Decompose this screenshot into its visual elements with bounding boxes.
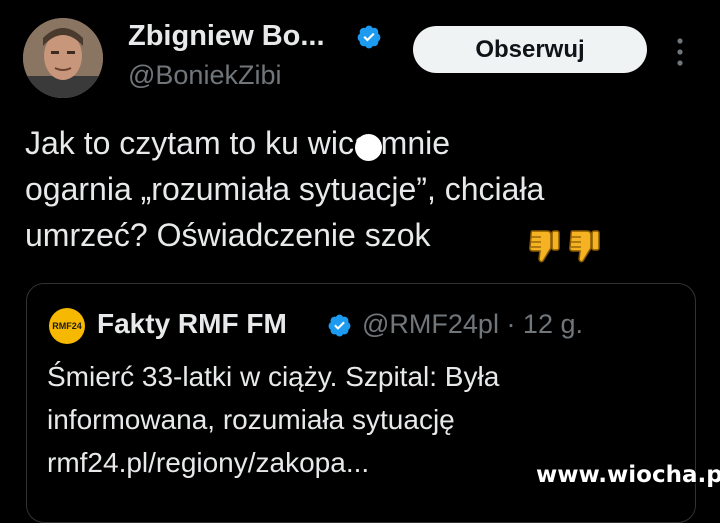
verified-badge-icon: [328, 314, 351, 337]
follow-button[interactable]: Obserwuj: [413, 26, 647, 73]
quoted-author-meta[interactable]: @RMF24pl · 12 g.: [362, 306, 583, 342]
thumbs-down-icon: [529, 230, 560, 263]
emoji-row: [527, 228, 601, 264]
author-display-name[interactable]: Zbigniew Bo...: [128, 18, 325, 54]
more-options-icon[interactable]: [670, 34, 690, 70]
censor-dot: [355, 134, 382, 161]
rmf24-logo: RMF24: [49, 308, 85, 344]
watermark: www.wiocha.pl: [536, 462, 720, 488]
quoted-author-name[interactable]: Fakty RMF FM: [97, 306, 287, 342]
author-handle[interactable]: @BoniekZibi: [128, 58, 281, 92]
verified-badge-icon: [357, 25, 381, 49]
avatar[interactable]: [23, 18, 103, 98]
thumbs-down-icon: [569, 230, 600, 263]
